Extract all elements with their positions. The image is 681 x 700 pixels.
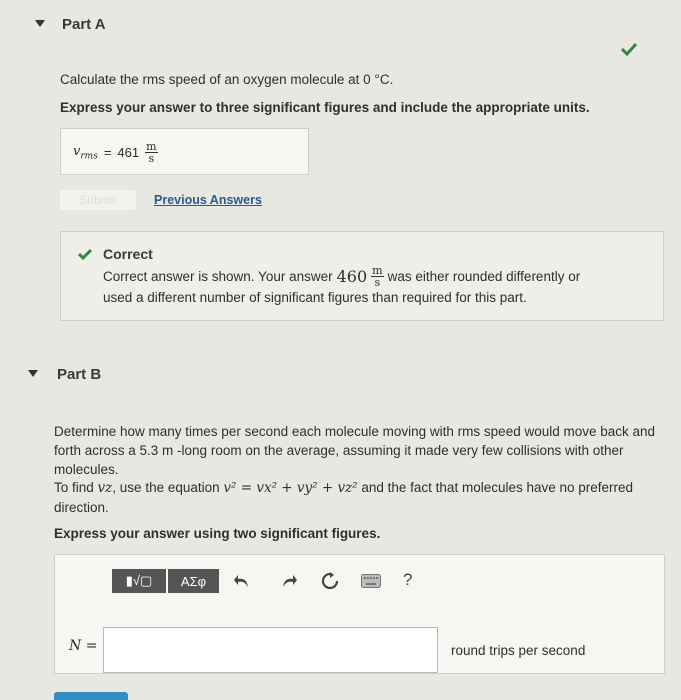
submit-button[interactable]: Submit	[60, 190, 136, 210]
answer-variable: vrms	[73, 144, 98, 162]
submit-bar[interactable]	[54, 692, 128, 700]
correct-check-icon	[77, 248, 93, 266]
part-b-paragraph-2: To find vz, use the equation v² = vx² + …	[54, 480, 634, 515]
answer-equals: =	[103, 145, 112, 160]
part-b-paragraph-1: Determine how many times per second each…	[54, 424, 656, 477]
part-b-instruction: Express your answer using two significan…	[54, 526, 381, 541]
part-a-checkmark-icon	[620, 42, 638, 61]
feedback-line-1: Correct answer is shown. Your answer 460…	[103, 264, 581, 289]
answer-input[interactable]	[103, 627, 438, 673]
part-b-collapse-caret[interactable]	[28, 370, 38, 377]
help-icon[interactable]: ?	[403, 570, 412, 590]
part-a-title[interactable]: Part A	[62, 16, 106, 33]
part-b-title[interactable]: Part B	[57, 366, 101, 383]
redo-icon[interactable]	[280, 573, 298, 594]
greek-symbols-button[interactable]: ΑΣφ	[168, 569, 219, 593]
feedback-line-2: used a different number of significant f…	[103, 290, 527, 305]
answer-unit: m s	[145, 140, 158, 165]
equation: v² = vx² + vy² + vz²	[223, 480, 358, 496]
correct-feedback-box: Correct Correct answer is shown. Your an…	[60, 231, 664, 321]
math-template-button[interactable]: ▮√▢	[112, 569, 166, 593]
part-a-collapse-caret[interactable]	[35, 20, 45, 27]
input-label: N =	[69, 638, 98, 654]
part-b-answer-panel: ▮√▢ ΑΣφ ? N = round trips per second	[54, 554, 665, 674]
part-a-answer-box: vrms = 461 m s	[60, 128, 309, 175]
part-a-question: Calculate the rms speed of an oxygen mol…	[60, 72, 394, 87]
undo-icon[interactable]	[233, 573, 251, 594]
previous-answers-link[interactable]: Previous Answers	[154, 193, 262, 207]
reset-icon[interactable]	[321, 572, 339, 595]
unit-label: round trips per second	[451, 643, 586, 658]
keyboard-icon[interactable]	[361, 574, 381, 593]
feedback-title: Correct	[103, 246, 153, 262]
answer-value: 461	[117, 145, 140, 160]
part-a-instruction: Express your answer to three significant…	[60, 100, 590, 115]
